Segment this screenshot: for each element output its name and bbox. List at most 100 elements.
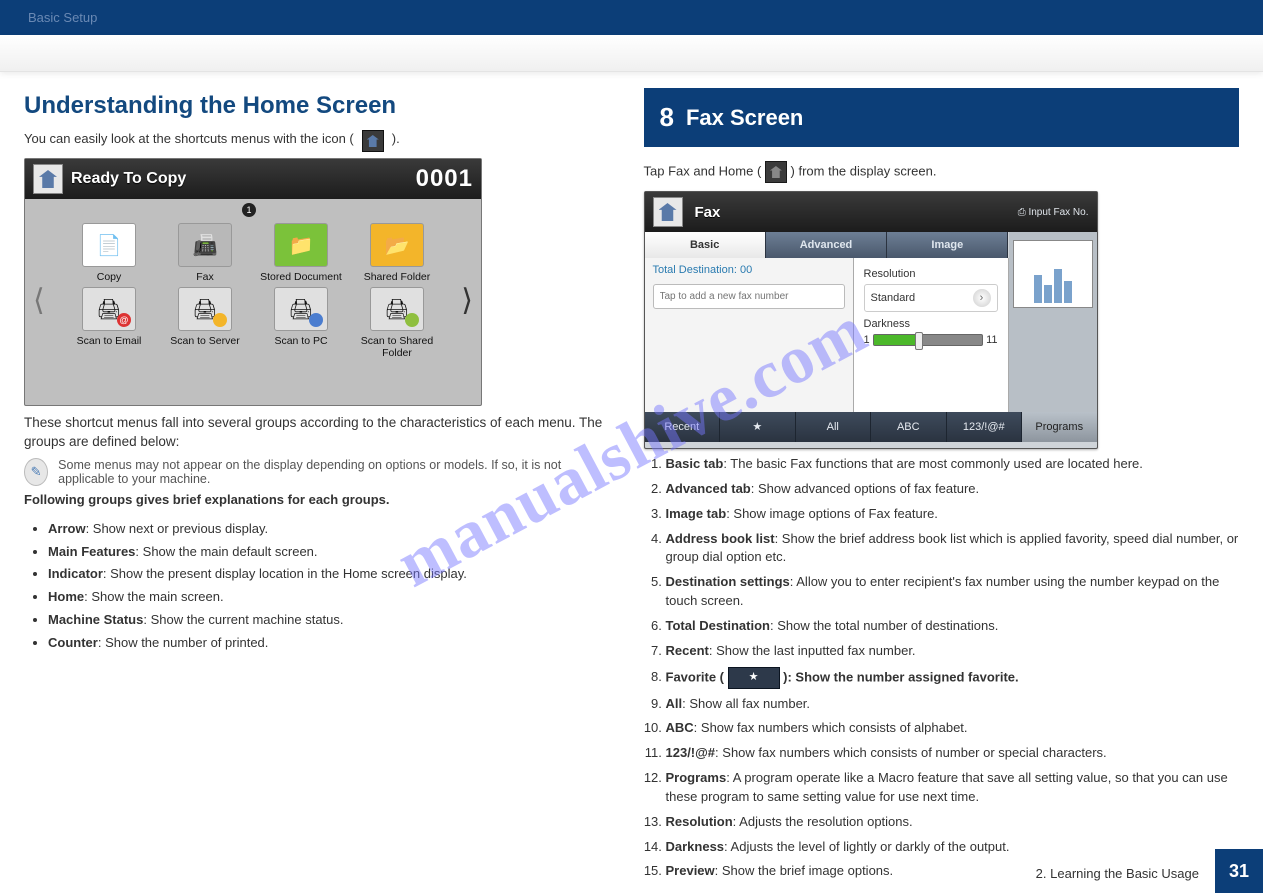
folder-icon: 📁 bbox=[274, 223, 328, 267]
home-screen-titlebar: Ready To Copy 0001 bbox=[25, 159, 481, 199]
star-tab-icon: ★ bbox=[728, 667, 780, 689]
home-screen-status: Ready To Copy bbox=[71, 170, 186, 188]
darkness-slider[interactable]: 1 11 bbox=[864, 334, 998, 346]
list-item: Home: Show the main screen. bbox=[48, 588, 620, 607]
list-item: Advanced tab: Show advanced options of f… bbox=[666, 480, 1240, 499]
arrow-left-icon[interactable]: ⟨ bbox=[33, 283, 45, 318]
list-item: Destination settings: Allow you to enter… bbox=[666, 573, 1240, 611]
home-screen-panel: Ready To Copy 0001 1 ⟨ ⟩ 📄 Copy 📠 Fax 📁 Sto… bbox=[24, 158, 482, 406]
list-item: Machine Status: Show the current machine… bbox=[48, 611, 620, 630]
fax-destination-pane: Total Destination: 00 bbox=[645, 258, 854, 412]
fax-number-input[interactable] bbox=[653, 284, 845, 309]
app-label: Copy bbox=[97, 271, 122, 283]
tab-123[interactable]: 123/!@# bbox=[947, 412, 1023, 442]
tab-recent[interactable]: Recent bbox=[645, 412, 721, 442]
fax-instructions: Basic tab: The basic Fax functions that … bbox=[644, 455, 1240, 881]
home-icon[interactable] bbox=[33, 164, 63, 194]
app-label: Shared Folder bbox=[364, 271, 431, 283]
resolution-select[interactable]: Standard › bbox=[864, 284, 998, 312]
list-item: All: Show all fax number. bbox=[666, 695, 1240, 714]
page-dot-active: 1 bbox=[242, 203, 256, 217]
list-item: Arrow: Show next or previous display. bbox=[48, 520, 620, 539]
programs-button[interactable]: Programs bbox=[1022, 412, 1097, 442]
resolution-value: Standard bbox=[871, 292, 916, 304]
app-label: Scan to Email bbox=[77, 335, 142, 347]
app-scan-to-email[interactable]: 🖨 Scan to Email bbox=[67, 287, 151, 359]
footer-chapter: 2. Learning the Basic Usage bbox=[1036, 866, 1199, 881]
list-item: Recent: Show the last inputted fax numbe… bbox=[666, 642, 1240, 661]
list-item: Indicator: Show the present display loca… bbox=[48, 565, 620, 584]
list-item: Counter: Show the number of printed. bbox=[48, 634, 620, 653]
top-breadcrumb-bar: Basic Setup bbox=[0, 0, 1263, 35]
fax-intro: Tap Fax and Home ( ) from the display sc… bbox=[644, 161, 1240, 183]
copy-icon: 📄 bbox=[82, 223, 136, 267]
scanner-icon: 🖨 bbox=[274, 287, 328, 331]
tab-image[interactable]: Image bbox=[887, 232, 1008, 258]
resolution-label: Resolution bbox=[864, 268, 998, 280]
tab-favorite[interactable]: ★ bbox=[720, 412, 796, 442]
tab-all[interactable]: All bbox=[796, 412, 872, 442]
left-intro-pre: You can easily look at the shortcuts men… bbox=[24, 130, 354, 148]
left-paragraph-2: Following groups gives brief explanation… bbox=[24, 492, 620, 507]
right-column: 8 Fax Screen Tap Fax and Home ( ) from t… bbox=[644, 88, 1240, 887]
fax-bottom-tabs: Recent ★ All ABC 123/!@# Programs bbox=[645, 412, 1097, 442]
input-fax-no-button[interactable]: ⎙ Input Fax No. bbox=[1018, 207, 1089, 218]
tab-basic[interactable]: Basic bbox=[645, 232, 766, 258]
app-label: Stored Document bbox=[260, 271, 342, 283]
app-label: Scan to Server bbox=[170, 335, 239, 347]
arrow-right-icon[interactable]: ⟩ bbox=[461, 283, 473, 318]
fax-title: Fax bbox=[695, 204, 721, 221]
note-icon: ✎ bbox=[24, 458, 48, 486]
app-stored-document[interactable]: 📁 Stored Document bbox=[259, 223, 343, 283]
list-item: 123/!@#: Show fax numbers which consists… bbox=[666, 744, 1240, 763]
section-number: 8 bbox=[660, 102, 674, 133]
scanner-icon: 🖨 bbox=[370, 287, 424, 331]
home-icon bbox=[765, 161, 787, 183]
page-number: 31 bbox=[1215, 849, 1263, 893]
tab-abc[interactable]: ABC bbox=[871, 412, 947, 442]
list-item: Total Destination: Show the total number… bbox=[666, 617, 1240, 636]
darkness-max: 11 bbox=[986, 334, 997, 346]
darkness-label: Darkness bbox=[864, 318, 998, 330]
app-scan-to-shared-folder[interactable]: 🖨Scan to Shared Folder bbox=[355, 287, 439, 359]
list-item: Basic tab: The basic Fax functions that … bbox=[666, 455, 1240, 474]
fax-intro-post: ) from the display screen. bbox=[791, 163, 937, 178]
app-label: Scan to PC bbox=[274, 335, 327, 347]
left-intro-post: ). bbox=[392, 130, 400, 148]
app-shared-folder[interactable]: 📂Shared Folder bbox=[355, 223, 439, 283]
total-destination-value: 00 bbox=[740, 264, 752, 276]
home-screen-counter: 0001 bbox=[416, 165, 473, 193]
list-item: Resolution: Adjusts the resolution optio… bbox=[666, 813, 1240, 832]
section-header: 8 Fax Screen bbox=[644, 88, 1240, 147]
list-item: Image tab: Show image options of Fax fea… bbox=[666, 505, 1240, 524]
chevron-right-icon: › bbox=[973, 289, 991, 307]
list-item: Main Features: Show the main default scr… bbox=[48, 543, 620, 562]
fax-screen-panel: Fax ⎙ Input Fax No. Basic Advanced Image… bbox=[644, 191, 1098, 449]
fax-settings-pane: Resolution Standard › Darkness 1 11 bbox=[854, 258, 1009, 412]
tab-advanced[interactable]: Advanced bbox=[766, 232, 887, 258]
app-fax[interactable]: 📠 Fax bbox=[163, 223, 247, 283]
fax-titlebar: Fax ⎙ Input Fax No. bbox=[645, 192, 1097, 232]
list-item-favorite: Favorite ( ★ ): Show the number assigned… bbox=[666, 667, 1240, 689]
fax-intro-pre: Tap Fax and Home ( bbox=[644, 163, 762, 178]
section-title: Fax Screen bbox=[686, 105, 803, 131]
list-item: Programs: A program operate like a Macro… bbox=[666, 769, 1240, 807]
preview-thumbnail[interactable] bbox=[1013, 240, 1093, 308]
group-list: Arrow: Show next or previous display. Ma… bbox=[24, 520, 620, 653]
app-scan-to-server[interactable]: 🖨Scan to Server bbox=[163, 287, 247, 359]
darkness-min: 1 bbox=[864, 334, 870, 346]
left-intro: You can easily look at the shortcuts men… bbox=[24, 130, 620, 152]
left-heading: Understanding the Home Screen bbox=[24, 92, 620, 120]
breadcrumb: Basic Setup bbox=[28, 10, 97, 25]
app-scan-to-pc[interactable]: 🖨 Scan to PC bbox=[259, 287, 343, 359]
list-item: Darkness: Adjusts the level of lightly o… bbox=[666, 838, 1240, 857]
fax-icon: 📠 bbox=[178, 223, 232, 267]
left-paragraph-1: These shortcut menus fall into several g… bbox=[24, 414, 620, 452]
left-column: Understanding the Home Screen You can ea… bbox=[24, 88, 620, 887]
home-icon[interactable] bbox=[653, 197, 683, 227]
scanner-icon: 🖨 bbox=[82, 287, 136, 331]
header-gradient bbox=[0, 35, 1263, 72]
list-item: ABC: Show fax numbers which consists of … bbox=[666, 719, 1240, 738]
app-label: Fax bbox=[196, 271, 214, 283]
app-copy[interactable]: 📄 Copy bbox=[67, 223, 151, 283]
